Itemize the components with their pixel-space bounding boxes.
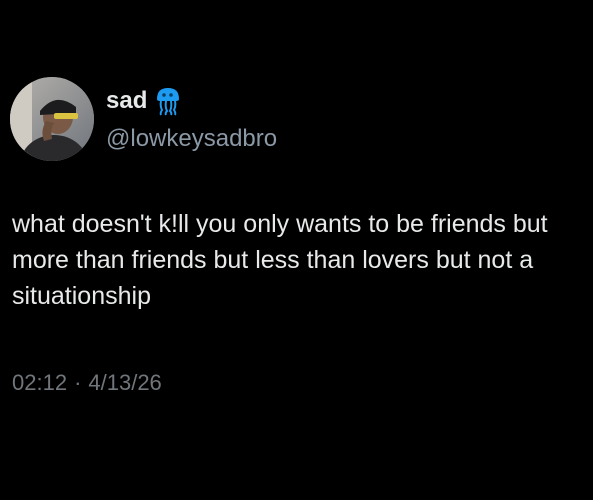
- display-name[interactable]: sad: [106, 86, 147, 116]
- handle[interactable]: @lowkeysadbro: [106, 124, 277, 154]
- tweet-time[interactable]: 02:12: [12, 370, 67, 395]
- tweet-text: what doesn't k!ll you only wants to be f…: [12, 210, 548, 310]
- avatar[interactable]: [10, 77, 94, 161]
- jellyfish-icon: [155, 86, 181, 116]
- tweet-date[interactable]: 4/13/26: [88, 370, 161, 395]
- name-row: sad: [106, 86, 181, 116]
- meta-separator: ·: [74, 370, 82, 395]
- tweet-card: sad @lowkeysadbro what doesn't k!ll you …: [0, 0, 593, 500]
- tweet-meta: 02:12 · 4/13/26: [12, 368, 162, 398]
